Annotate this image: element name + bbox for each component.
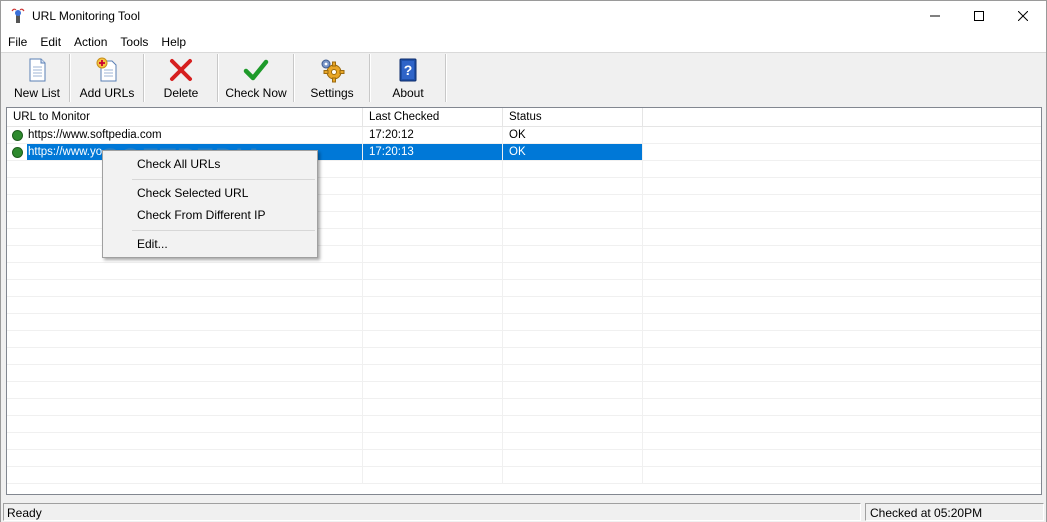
new-document-icon [29, 58, 46, 82]
empty-row [7, 416, 1041, 433]
menu-file[interactable]: File [1, 32, 33, 52]
list-header: URL to Monitor Last Checked Status [7, 108, 1041, 127]
menu-edit[interactable]: Edit [33, 32, 67, 52]
close-icon [1018, 11, 1028, 21]
row-last-checked: 17:20:12 [369, 129, 414, 141]
empty-row [7, 263, 1041, 280]
row-status: OK [509, 129, 526, 141]
row-status: OK [509, 146, 526, 158]
maximize-icon [974, 11, 984, 21]
empty-row [7, 331, 1041, 348]
add-document-icon [96, 57, 117, 82]
menu-item-check-different-ip[interactable]: Check From Different IP [137, 208, 265, 222]
menu-item-check-all-urls[interactable]: Check All URLs [137, 157, 220, 171]
help-book-icon: ? [399, 58, 417, 82]
new-list-label: New List [13, 86, 60, 100]
toolbar: New List Add URLs Delete Check Now Setti… [1, 52, 1046, 104]
gear-icon [321, 59, 345, 83]
menu-action[interactable]: Action [67, 32, 113, 52]
empty-row [7, 382, 1041, 399]
maximize-button[interactable] [956, 1, 1002, 31]
column-header-last-checked[interactable]: Last Checked [363, 108, 503, 127]
minimize-icon [930, 15, 940, 17]
app-icon [10, 8, 26, 24]
check-now-label: Check Now [225, 86, 287, 100]
status-indicator-icon [12, 130, 23, 141]
context-menu: Check All URLs Check Selected URL Check … [102, 150, 318, 258]
window-title: URL Monitoring Tool [32, 9, 141, 23]
row-url: https://www.yo [28, 146, 103, 158]
row-url: https://www.softpedia.com [28, 129, 162, 141]
empty-row [7, 297, 1041, 314]
menu-tools[interactable]: Tools [113, 32, 154, 52]
empty-row [7, 280, 1041, 297]
delete-button[interactable]: Delete [145, 53, 217, 103]
delete-label: Delete [163, 86, 199, 100]
settings-button[interactable]: Settings [295, 53, 369, 103]
add-urls-label: Add URLs [79, 86, 135, 100]
table-row[interactable]: https://www.softpedia.com 17:20:12 OK [7, 127, 1041, 144]
empty-row [7, 450, 1041, 467]
menu-separator [132, 230, 315, 231]
svg-text:?: ? [404, 62, 413, 78]
empty-row [7, 467, 1041, 484]
status-text: Ready [3, 503, 861, 521]
column-header-url[interactable]: URL to Monitor [7, 108, 363, 127]
empty-row [7, 314, 1041, 331]
settings-label: Settings [310, 86, 354, 100]
about-label: About [392, 86, 424, 100]
empty-row [7, 365, 1041, 382]
status-bar: Ready Checked at 05:20PM [1, 501, 1046, 522]
menu-item-edit[interactable]: Edit... [137, 237, 168, 251]
toolbar-separator [445, 54, 447, 102]
close-button[interactable] [1000, 1, 1046, 31]
column-header-status[interactable]: Status [503, 108, 643, 127]
empty-row [7, 348, 1041, 365]
row-last-checked: 17:20:13 [369, 146, 414, 158]
minimize-button[interactable] [912, 1, 958, 31]
check-now-button[interactable]: Check Now [219, 53, 293, 103]
menu-help[interactable]: Help [154, 32, 192, 52]
status-indicator-icon [12, 147, 23, 158]
delete-icon [170, 59, 192, 81]
checkmark-icon [243, 59, 269, 81]
app-window: URL Monitoring Tool File Edit Action Too… [0, 0, 1047, 522]
menu-separator [132, 179, 315, 180]
menu-bar: File Edit Action Tools Help [1, 32, 1046, 52]
empty-row [7, 399, 1041, 416]
about-button[interactable]: ? About [371, 53, 445, 103]
empty-row [7, 433, 1041, 450]
new-list-button[interactable]: New List [5, 53, 69, 103]
title-bar: URL Monitoring Tool [1, 1, 1046, 32]
add-urls-button[interactable]: Add URLs [71, 53, 143, 103]
menu-item-check-selected-url[interactable]: Check Selected URL [137, 186, 248, 200]
column-header-filler [643, 108, 1041, 127]
last-check-time: Checked at 05:20PM [865, 503, 1044, 521]
